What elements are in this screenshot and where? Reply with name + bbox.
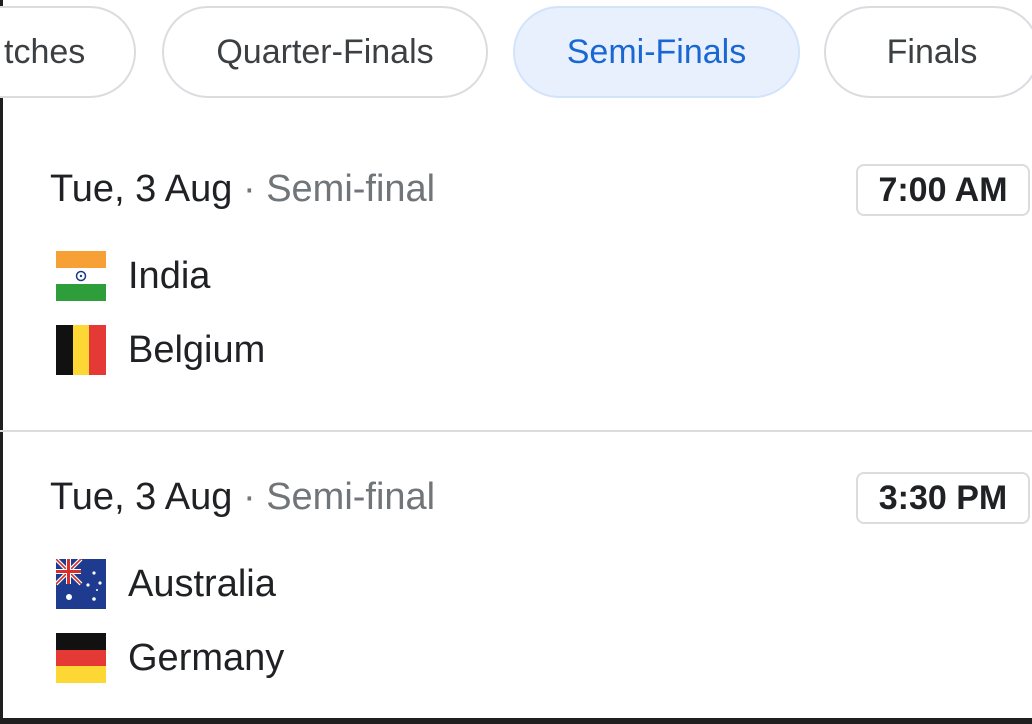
tab-finals[interactable]: Finals: [824, 6, 1032, 98]
match-divider: [0, 430, 1032, 432]
team-row: India: [56, 250, 210, 302]
match-card[interactable]: Tue, 3 Aug · Semi-final 3:30 PM Australi…: [0, 472, 1032, 704]
match-date: Tue, 3 Aug: [50, 168, 233, 210]
match-header: Tue, 3 Aug · Semi-final: [50, 474, 435, 520]
match-card[interactable]: Tue, 3 Aug · Semi-final 7:00 AM India Be…: [0, 164, 1032, 396]
match-stage: Semi-final: [266, 476, 436, 518]
team-row: Belgium: [56, 324, 265, 376]
match-time-badge: 7:00 AM: [856, 164, 1030, 216]
match-time-badge: 3:30 PM: [856, 472, 1030, 524]
match-time: 3:30 PM: [878, 478, 1008, 517]
match-stage: Semi-final: [266, 168, 436, 210]
team-row: Germany: [56, 632, 284, 684]
separator-dot: ·: [242, 476, 267, 518]
australia-flag-icon: [56, 559, 106, 609]
stage-tabs: tches Quarter-Finals Semi-Finals Finals: [0, 0, 1032, 110]
tab-label: Semi-Finals: [566, 32, 747, 71]
match-date: Tue, 3 Aug: [50, 476, 233, 518]
team-name: Belgium: [128, 328, 266, 371]
match-header: Tue, 3 Aug · Semi-final: [50, 166, 435, 212]
tab-quarter-finals[interactable]: Quarter-Finals: [162, 6, 488, 98]
separator-dot: ·: [242, 168, 267, 210]
belgium-flag-icon: [56, 325, 106, 375]
tab-label: tches: [4, 32, 86, 71]
germany-flag-icon: [56, 633, 106, 683]
india-flag-icon: [56, 251, 106, 301]
match-time: 7:00 AM: [878, 170, 1008, 209]
tab-label: Quarter-Finals: [216, 32, 434, 71]
bottom-border: [0, 718, 1032, 724]
team-name: Australia: [128, 562, 276, 605]
tab-semi-finals[interactable]: Semi-Finals: [513, 6, 800, 98]
team-name: India: [128, 254, 211, 297]
tab-label: Finals: [886, 32, 978, 71]
tab-matches[interactable]: tches: [0, 6, 136, 98]
team-row: Australia: [56, 558, 276, 610]
team-name: Germany: [128, 636, 285, 679]
